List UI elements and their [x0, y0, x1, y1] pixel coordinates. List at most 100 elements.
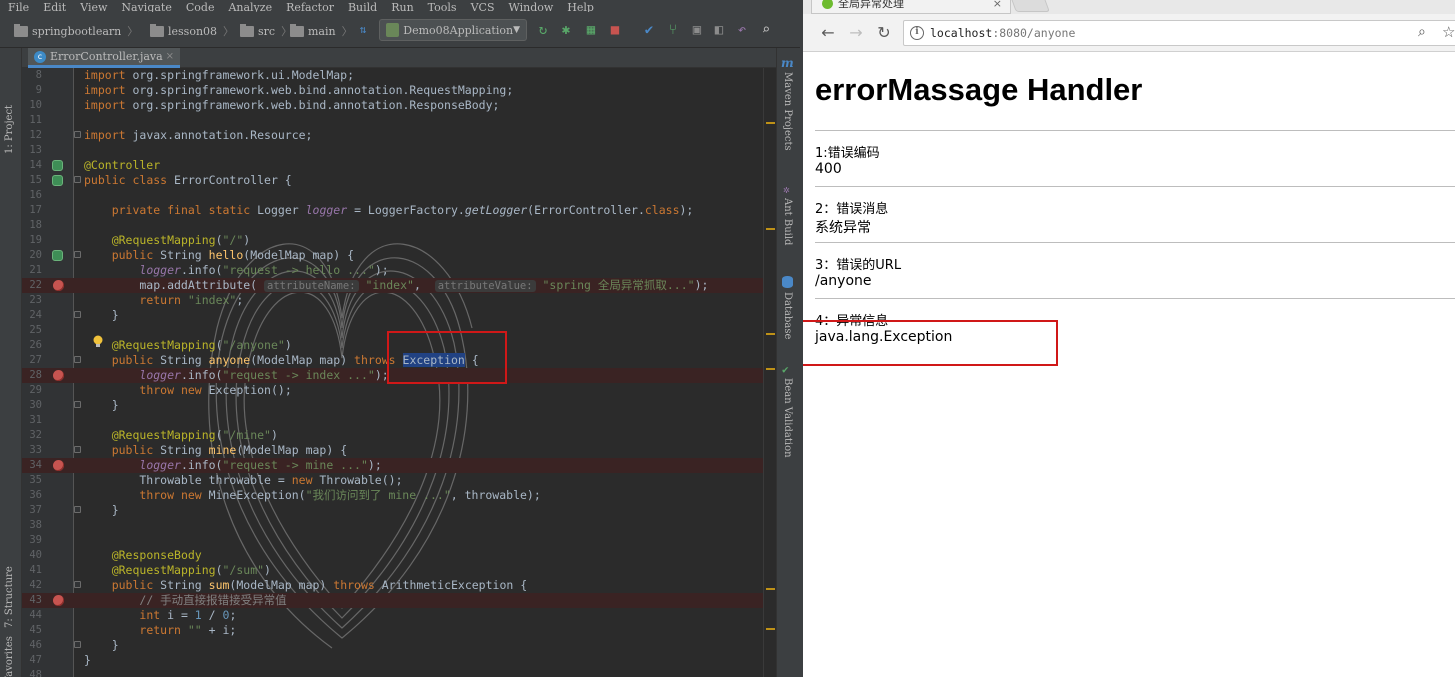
menu-analyze[interactable]: Analyze: [220, 2, 278, 12]
vcs-history-icon[interactable]: ▣: [688, 21, 706, 39]
breakpoint-icon[interactable]: [53, 460, 64, 471]
breadcrumb-src[interactable]: src 〉: [240, 23, 292, 39]
tab-error-controller[interactable]: c ErrorController.java ×: [28, 48, 180, 68]
code-line[interactable]: 20 public String hello(ModelMap map) {: [22, 248, 776, 263]
fold-icon[interactable]: [74, 506, 81, 513]
code-line[interactable]: 13: [22, 143, 776, 158]
project-tool-button[interactable]: 1: Project: [4, 54, 15, 154]
code-line[interactable]: 44 int i = 1 / 0;: [22, 608, 776, 623]
code-line[interactable]: 31: [22, 413, 776, 428]
code-line[interactable]: 36 throw new MineException("我们访问到了 mine …: [22, 488, 776, 503]
menu-help[interactable]: Help: [559, 2, 600, 12]
code-line[interactable]: 34 logger.info("request -> mine ...");: [22, 458, 776, 473]
code-line[interactable]: 48: [22, 668, 776, 677]
code-line[interactable]: 38: [22, 518, 776, 533]
search-icon[interactable]: ⌕: [757, 21, 775, 39]
browser-tab[interactable]: 全局异常处理 ×: [811, 0, 1011, 14]
database-tool-button[interactable]: Database: [782, 292, 793, 362]
lightbulb-icon[interactable]: [92, 335, 104, 349]
code-line[interactable]: 40 @ResponseBody: [22, 548, 776, 563]
warning-mark[interactable]: [766, 333, 775, 335]
debug-icon[interactable]: ✱: [557, 21, 575, 39]
fold-icon[interactable]: [74, 131, 81, 138]
run-configuration-select[interactable]: Demo08Application ▼: [379, 19, 527, 41]
fold-icon[interactable]: [74, 176, 81, 183]
code-line[interactable]: 12 import javax.annotation.Resource;: [22, 128, 776, 143]
fold-icon[interactable]: [74, 401, 81, 408]
warning-mark[interactable]: [766, 628, 775, 630]
stop-icon[interactable]: ■: [606, 21, 624, 39]
code-line[interactable]: 24 }: [22, 308, 776, 323]
sort-icon[interactable]: ⇅: [354, 21, 372, 39]
close-icon[interactable]: ×: [993, 0, 1002, 13]
code-line[interactable]: 30 }: [22, 398, 776, 413]
menu-refactor[interactable]: Refactor: [278, 2, 340, 12]
back-icon[interactable]: ←: [817, 22, 839, 44]
warning-mark[interactable]: [766, 588, 775, 590]
code-line[interactable]: 33 public String mine(ModelMap map) {: [22, 443, 776, 458]
favorites-tool-button[interactable]: Favorites: [4, 623, 15, 677]
menu-code[interactable]: Code: [178, 2, 221, 12]
address-bar[interactable]: i localhost:8080/anyone ⌕ ☆: [903, 20, 1455, 46]
forward-icon[interactable]: →: [845, 22, 867, 44]
star-icon[interactable]: ☆: [1442, 23, 1455, 41]
menu-edit[interactable]: Edit: [35, 2, 72, 12]
fold-icon[interactable]: [74, 311, 81, 318]
code-line[interactable]: 10 import org.springframework.web.bind.an…: [22, 98, 776, 113]
menu-navigate[interactable]: Navigate: [113, 2, 177, 12]
ant-build-tool-button[interactable]: Ant Build: [782, 198, 793, 268]
maven-projects-tool-button[interactable]: Maven Projects: [782, 72, 793, 182]
url-text[interactable]: localhost:8080/anyone: [930, 26, 1075, 40]
reload-icon[interactable]: ↻: [873, 22, 895, 44]
code-line[interactable]: 21 logger.info("request -> hello ...");: [22, 263, 776, 278]
spring-bean-icon[interactable]: [52, 175, 63, 186]
code-line[interactable]: 47}: [22, 653, 776, 668]
warning-mark[interactable]: [766, 368, 775, 370]
coverage-icon[interactable]: ▦: [582, 21, 600, 39]
spring-bean-icon[interactable]: [52, 250, 63, 261]
fold-icon[interactable]: [74, 356, 81, 363]
code-line[interactable]: 11: [22, 113, 776, 128]
breakpoint-icon[interactable]: [53, 280, 64, 291]
code-line[interactable]: 14 @Controller: [22, 158, 776, 173]
fold-icon[interactable]: [74, 251, 81, 258]
code-line[interactable]: 32 @RequestMapping("/mine"): [22, 428, 776, 443]
menu-view[interactable]: View: [72, 2, 113, 12]
info-icon[interactable]: i: [910, 26, 924, 40]
menu-vcs[interactable]: VCS: [463, 2, 501, 12]
code-line[interactable]: 39: [22, 533, 776, 548]
vcs-branch-icon[interactable]: ⑂: [664, 21, 682, 39]
code-line[interactable]: 19 @RequestMapping("/"): [22, 233, 776, 248]
code-line[interactable]: 29 throw new Exception();: [22, 383, 776, 398]
code-line[interactable]: 23 return "index";: [22, 293, 776, 308]
code-line[interactable]: 22 map.addAttribute( attributeName: "ind…: [22, 278, 776, 293]
undo-icon[interactable]: ↶: [733, 21, 751, 39]
menu-run[interactable]: Run: [383, 2, 419, 12]
fold-icon[interactable]: [74, 641, 81, 648]
code-line[interactable]: 16: [22, 188, 776, 203]
code-line[interactable]: 43 // 手动直接报错接受异常值: [22, 593, 776, 608]
zoom-icon[interactable]: ⌕: [1418, 24, 1426, 40]
warning-mark[interactable]: [766, 122, 775, 124]
code-line[interactable]: 9 import org.springframework.web.bind.ann…: [22, 83, 776, 98]
new-tab-button[interactable]: [1010, 0, 1050, 12]
breadcrumb-module[interactable]: lesson08 〉: [150, 23, 234, 39]
breakpoint-icon[interactable]: [53, 595, 64, 606]
vcs-update-icon[interactable]: ✔: [640, 21, 658, 39]
code-line[interactable]: 46 }: [22, 638, 776, 653]
menu-window[interactable]: Window: [500, 2, 559, 12]
fold-icon[interactable]: [74, 446, 81, 453]
code-line[interactable]: 17 private final static Logger logger = …: [22, 203, 776, 218]
breadcrumb-project[interactable]: springbootlearn 〉: [14, 23, 138, 39]
code-line[interactable]: 35 Throwable throwable = new Throwable()…: [22, 473, 776, 488]
code-line[interactable]: 41 @RequestMapping("/sum"): [22, 563, 776, 578]
code-line[interactable]: 18: [22, 218, 776, 233]
code-line[interactable]: 15 public class ErrorController {: [22, 173, 776, 188]
code-line[interactable]: 45 return "" + i;: [22, 623, 776, 638]
code-line[interactable]: 8 import org.springframework.ui.ModelMap;: [22, 68, 776, 83]
rerun-icon[interactable]: ↻: [534, 21, 552, 39]
bean-validation-tool-button[interactable]: Bean Validation: [782, 378, 793, 498]
code-line[interactable]: 37 }: [22, 503, 776, 518]
code-line[interactable]: 42 public String sum(ModelMap map) throw…: [22, 578, 776, 593]
spring-bean-icon[interactable]: [52, 160, 63, 171]
